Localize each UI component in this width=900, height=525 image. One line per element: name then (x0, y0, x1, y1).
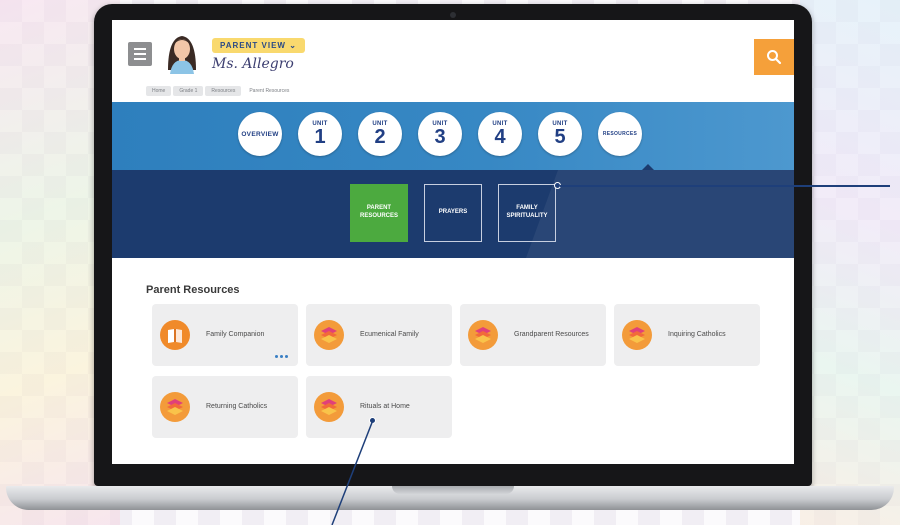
breadcrumb: Home Grade 1 Resources Parent Resources (146, 84, 295, 98)
stack-icon (622, 320, 652, 350)
unit-5-button[interactable]: UNIT 5 (538, 112, 582, 156)
tab-prayers[interactable]: PRAYERS (424, 184, 482, 242)
callout-line-rituals (331, 420, 374, 525)
unit-navigation-band: OVERVIEW UNIT 1 UNIT 2 UNIT 3 UNIT 4 UNI… (112, 102, 794, 170)
unit-number: 2 (374, 126, 386, 148)
parent-view-dropdown[interactable]: PARENT VIEW ⌄ (212, 38, 305, 53)
card-family-companion[interactable]: Family Companion (152, 304, 298, 366)
card-label: Ecumenical Family (360, 331, 419, 339)
more-options-icon[interactable] (275, 355, 288, 358)
card-returning-catholics[interactable]: Returning Catholics (152, 376, 298, 438)
laptop-notch (392, 486, 514, 494)
menu-bar-icon (134, 58, 146, 60)
breadcrumb-grade[interactable]: Grade 1 (173, 86, 204, 96)
unit-1-button[interactable]: UNIT 1 (298, 112, 342, 156)
resources-label: RESOURCES (602, 131, 638, 137)
avatar (168, 36, 196, 74)
unit-number: 5 (554, 126, 566, 148)
search-button[interactable] (754, 39, 794, 75)
card-label: Returning Catholics (206, 403, 268, 411)
callout-line-family-spirituality (560, 185, 890, 187)
sub-navigation-band: PARENT RESOURCES PRAYERS FAMILY SPIRITUA… (112, 170, 794, 258)
unit-number: 4 (494, 126, 506, 148)
stack-icon (468, 320, 498, 350)
unit-number: 1 (314, 126, 326, 148)
camera-dot (450, 12, 456, 18)
breadcrumb-home[interactable]: Home (146, 86, 172, 96)
unit-4-button[interactable]: UNIT 4 (478, 112, 522, 156)
laptop-screen: PARENT VIEW ⌄ Ms. Allegro Home Grade 1 R… (112, 20, 794, 464)
unit-3-button[interactable]: UNIT 3 (418, 112, 462, 156)
unit-number: 3 (434, 126, 446, 148)
card-ecumenical-family[interactable]: Ecumenical Family (306, 304, 452, 366)
main-content: Parent Resources Family Companion Ecumen… (112, 258, 794, 464)
app-header: PARENT VIEW ⌄ Ms. Allegro (112, 20, 794, 82)
laptop-frame: PARENT VIEW ⌄ Ms. Allegro Home Grade 1 R… (94, 4, 812, 486)
card-label: Grandparent Resources (514, 331, 589, 339)
unit-2-button[interactable]: UNIT 2 (358, 112, 402, 156)
card-label: Family Companion (206, 331, 265, 339)
breadcrumb-current: Parent Resources (249, 88, 290, 94)
overview-label: OVERVIEW (241, 130, 279, 138)
stack-icon (314, 320, 344, 350)
hamburger-menu-button[interactable] (128, 42, 152, 66)
menu-bar-icon (134, 53, 146, 55)
tab-parent-resources[interactable]: PARENT RESOURCES (350, 184, 408, 242)
card-label: Rituals at Home (360, 403, 410, 411)
book-icon (160, 320, 190, 350)
parent-view-label: PARENT VIEW (220, 41, 286, 50)
breadcrumb-resources[interactable]: Resources (205, 86, 242, 96)
card-label: Inquiring Catholics (668, 331, 726, 339)
unit-nav: OVERVIEW UNIT 1 UNIT 2 UNIT 3 UNIT 4 UNI… (238, 112, 642, 156)
stack-icon (314, 392, 344, 422)
chevron-down-icon: ⌄ (289, 41, 297, 50)
overview-button[interactable]: OVERVIEW (238, 112, 282, 156)
section-title: Parent Resources (146, 284, 240, 296)
sub-nav: PARENT RESOURCES PRAYERS FAMILY SPIRITUA… (350, 184, 556, 242)
resource-card-grid: Family Companion Ecumenical Family Grand… (152, 304, 762, 438)
decorative-shade (525, 170, 794, 258)
card-inquiring-catholics[interactable]: Inquiring Catholics (614, 304, 760, 366)
background-pattern-right (800, 0, 900, 525)
card-grandparent-resources[interactable]: Grandparent Resources (460, 304, 606, 366)
user-name: Ms. Allegro (212, 56, 294, 72)
resources-button[interactable]: RESOURCES (598, 112, 642, 156)
tab-family-spirituality[interactable]: FAMILY SPIRITUALITY (498, 184, 556, 242)
stack-icon (160, 392, 190, 422)
menu-bar-icon (134, 48, 146, 50)
search-icon (767, 50, 782, 65)
